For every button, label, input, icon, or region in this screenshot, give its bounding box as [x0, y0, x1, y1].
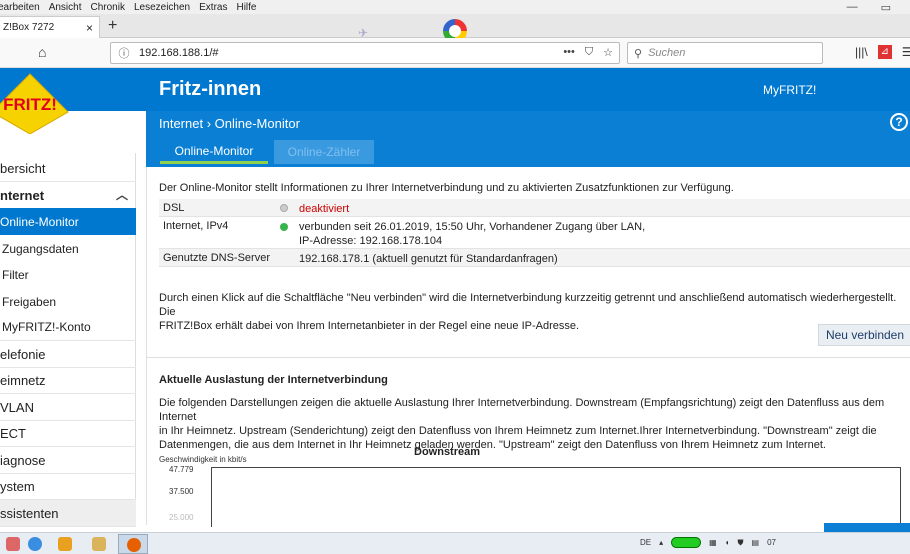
menu-bar: earbeiten Ansicht Chronik Lesezeichen Ex… [0, 0, 910, 14]
taskbar: DE ▴ ▦ ◖ ⛊ ▤ 07 [0, 532, 910, 554]
load-description: Die folgenden Darstellungen zeigen die a… [159, 397, 885, 451]
volume-icon[interactable]: ◖ [725, 538, 730, 547]
network-icon[interactable]: ▦ [709, 538, 717, 547]
logo-text: FRITZ! [3, 95, 57, 114]
sidebar-item-access-data[interactable]: Zugangsdaten [0, 235, 136, 262]
menu-extras[interactable]: Extras [199, 2, 227, 13]
tab-online-counter[interactable]: Online-Zähler [274, 140, 374, 164]
menu-history[interactable]: Chronik [91, 2, 125, 13]
media-icon[interactable] [58, 537, 72, 551]
window-controls: — ▭ [847, 1, 900, 14]
row-value: deaktiviert [299, 203, 350, 215]
browser-tab[interactable]: Z!Box 7272 × [0, 16, 100, 38]
pdf-addon-icon[interactable]: ⊿ [877, 45, 892, 59]
row-label: DSL [163, 202, 185, 214]
menu-edit[interactable]: earbeiten [0, 2, 40, 13]
table-row: Internet, IPv4 verbunden seit 26.01.2019… [159, 217, 910, 249]
downstream-plot [211, 467, 901, 527]
status-dot-icon [280, 204, 288, 212]
pocket-icon[interactable]: ⛉ [585, 46, 593, 59]
tray-icon[interactable]: ▴ [659, 538, 663, 547]
sidebar-item-overview[interactable]: bersicht [0, 155, 136, 182]
page-title: Fritz-innen [159, 78, 262, 100]
load-heading: Aktuelle Auslastung der Internetverbindu… [159, 374, 388, 386]
search-placeholder: Suchen [648, 47, 686, 59]
menu-help[interactable]: Hilfe [236, 2, 256, 13]
divider [147, 357, 910, 358]
reconnect-button[interactable]: Neu verbinden [818, 324, 910, 346]
taskbar-app-icon[interactable] [6, 537, 20, 551]
sidebar-item-wizards[interactable]: ssistenten [0, 500, 136, 527]
sidebar-item-telephony[interactable]: elefonie [0, 341, 136, 368]
row-value: verbunden seit 26.01.2019, 15:50 Uhr, Vo… [299, 221, 646, 247]
bookmark-star-icon[interactable]: ☆ [603, 46, 613, 59]
clock[interactable]: 07 [767, 538, 776, 547]
url-bar[interactable]: ⓘ 192.168.188.1/# ••• ⛉ ☆ [110, 42, 620, 64]
close-tab-icon[interactable]: × [86, 21, 93, 35]
table-row: DSL deaktiviert [159, 199, 910, 217]
menu-view[interactable]: Ansicht [49, 2, 82, 13]
sidebar-item-dect[interactable]: ECT [0, 420, 136, 447]
row-label: Internet, IPv4 [163, 220, 229, 232]
sidebar: bersicht nternet ︿ Online-Monitor Zugangs… [0, 153, 136, 527]
shield-icon[interactable]: ⛊ [738, 538, 744, 548]
main-content: Der Online-Monitor stellt Informationen … [146, 167, 910, 527]
row-label: Genutzte DNS-Server [163, 252, 270, 264]
sidebar-item-shares[interactable]: Freigaben [0, 288, 136, 315]
row-value: 192.168.178.1 (aktuell genutzt für Stand… [299, 253, 558, 265]
y-tick-label: 37.500 [169, 487, 194, 496]
sidebar-item-system[interactable]: ystem [0, 473, 136, 500]
sidebar-item-internet[interactable]: nternet ︿ [0, 182, 136, 209]
y-tick-label: 25.000 [169, 513, 194, 522]
table-row: Genutzte DNS-Server 192.168.178.1 (aktue… [159, 249, 910, 267]
sidebar-item-myfritz-account[interactable]: MyFRITZ!-Konto [0, 314, 136, 341]
ie-icon[interactable] [28, 537, 42, 551]
myfritz-link[interactable]: MyFRITZ! [763, 83, 816, 97]
chart-ylabel: Geschwindigkeit in kbit/s [159, 455, 247, 464]
sidebar-item-home-network[interactable]: eimnetz [0, 367, 136, 394]
reconnect-description: Durch einen Klick auf die Schaltfläche "… [159, 292, 897, 332]
maximize-icon[interactable]: ▭ [881, 1, 891, 14]
menu-hamburger-icon[interactable]: ☰ [902, 45, 910, 59]
sidebar-item-diagnosis[interactable]: iagnose [0, 447, 136, 474]
search-icon: ⚲ [634, 47, 643, 60]
status-dot-icon [280, 223, 288, 231]
home-icon[interactable]: ⌂ [38, 44, 46, 60]
new-tab-icon[interactable]: + [108, 17, 117, 35]
system-tray: DE ▴ ▦ ◖ ⛊ ▤ 07 [640, 537, 776, 548]
sidebar-item-online-monitor[interactable]: Online-Monitor [0, 208, 136, 235]
sidebar-item-filter[interactable]: Filter [0, 261, 136, 288]
url-text: 192.168.188.1/# [139, 47, 219, 59]
breadcrumb[interactable]: Internet › Online-Monitor [159, 116, 300, 131]
battery-icon[interactable] [671, 537, 702, 548]
navigation-bar: ⌂ ⓘ 192.168.188.1/# ••• ⛉ ☆ ⚲ Suchen |||… [0, 38, 910, 68]
tab-online-monitor[interactable]: Online-Monitor [160, 140, 268, 164]
folder-icon[interactable] [92, 537, 106, 551]
y-tick-label: 47.779 [169, 465, 194, 474]
info-icon[interactable]: ⓘ [115, 45, 133, 61]
language-indicator[interactable]: DE [640, 538, 651, 547]
library-icon[interactable]: |||\ [855, 45, 868, 59]
page-actions-icon[interactable]: ••• [563, 46, 575, 59]
chevron-up-icon[interactable]: ︿ [116, 186, 128, 203]
taskbar-firefox-active[interactable] [118, 534, 148, 554]
sidebar-item-wlan[interactable]: VLAN [0, 394, 136, 421]
minimize-icon[interactable]: — [847, 1, 858, 14]
fritz-header: Fritz-innen MyFRITZ! [0, 68, 910, 111]
toolbar-icons: |||\ ⊿ ☰ [855, 45, 910, 59]
breadcrumb-bar: Internet › Online-Monitor ? Online-Monit… [146, 111, 910, 167]
intro-text: Der Online-Monitor stellt Informationen … [159, 182, 734, 194]
help-icon[interactable]: ? [890, 113, 908, 131]
chart-title: Downstream [414, 446, 481, 458]
tab-bar: Z!Box 7272 × + ✈ [0, 14, 910, 43]
search-bar[interactable]: ⚲ Suchen [627, 42, 823, 64]
tab-title: Z!Box 7272 [3, 22, 55, 33]
fritz-logo[interactable]: FRITZ! [0, 72, 70, 134]
tray-app-icon[interactable]: ▤ [752, 538, 760, 547]
firefox-icon [127, 538, 141, 552]
status-table: DSL deaktiviert Internet, IPv4 verbunden… [159, 199, 910, 267]
menu-bookmarks[interactable]: Lesezeichen [134, 2, 190, 13]
